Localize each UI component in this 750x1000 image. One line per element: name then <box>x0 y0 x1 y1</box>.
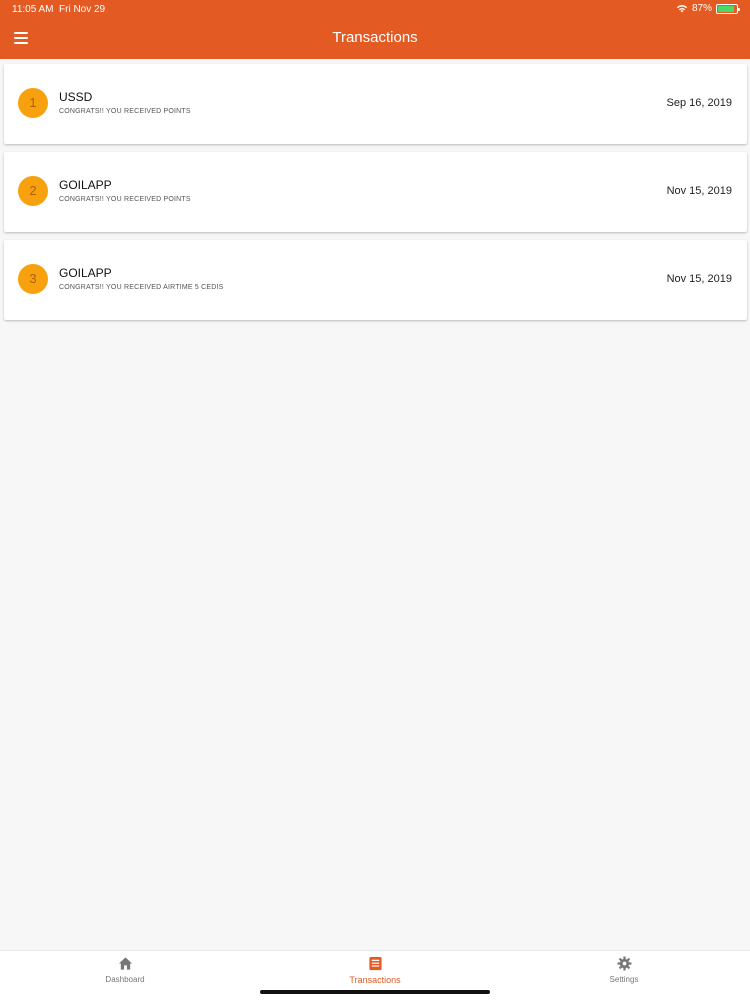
transaction-date: Nov 15, 2019 <box>666 185 732 197</box>
tab-dashboard[interactable]: Dashboard <box>65 956 185 984</box>
battery-icon <box>716 3 740 14</box>
page-title: Transactions <box>332 29 418 46</box>
tab-label: Transactions <box>349 975 401 985</box>
list-icon <box>368 956 382 971</box>
transaction-title: USSD <box>59 90 93 104</box>
tab-label: Settings <box>609 975 639 984</box>
transaction-card[interactable]: 3 GOILAPP CONGRATS!! YOU RECEIVED AIRTIM… <box>4 240 747 320</box>
status-date: Fri Nov 29 <box>59 4 106 15</box>
transaction-date: Sep 16, 2019 <box>666 97 732 109</box>
status-right: 87% <box>676 3 740 14</box>
transaction-card[interactable]: 2 GOILAPP CONGRATS!! YOU RECEIVED POINTS… <box>4 152 747 232</box>
app-header: 11:05 AM Fri Nov 29 87% Transactions <box>0 0 750 59</box>
tab-transactions[interactable]: Transactions <box>315 956 435 985</box>
status-time: 11:05 AM <box>12 4 54 15</box>
wifi-icon <box>676 5 688 13</box>
transaction-card[interactable]: 1 USSD CONGRATS!! YOU RECEIVED POINTS Se… <box>4 64 747 144</box>
transaction-index-badge: 3 <box>18 264 48 294</box>
tab-settings[interactable]: Settings <box>564 956 684 984</box>
home-indicator <box>260 990 490 994</box>
transaction-index-badge: 2 <box>18 176 48 206</box>
transaction-title: GOILAPP <box>59 266 112 280</box>
transaction-message: CONGRATS!! YOU RECEIVED AIRTIME 5 CEDIS <box>59 284 224 291</box>
transaction-list: 1 USSD CONGRATS!! YOU RECEIVED POINTS Se… <box>4 64 747 328</box>
transaction-date: Nov 15, 2019 <box>666 273 732 285</box>
battery-fill <box>718 5 734 12</box>
tab-label: Dashboard <box>105 975 145 984</box>
gear-icon <box>616 956 632 971</box>
home-icon <box>118 957 132 970</box>
transaction-message: CONGRATS!! YOU RECEIVED POINTS <box>59 108 191 115</box>
transaction-message: CONGRATS!! YOU RECEIVED POINTS <box>59 196 191 203</box>
status-bar: 11:05 AM Fri Nov 29 87% <box>0 0 750 18</box>
battery-percent: 87% <box>691 3 712 14</box>
transaction-index-badge: 1 <box>18 88 48 118</box>
transaction-title: GOILAPP <box>59 178 112 192</box>
